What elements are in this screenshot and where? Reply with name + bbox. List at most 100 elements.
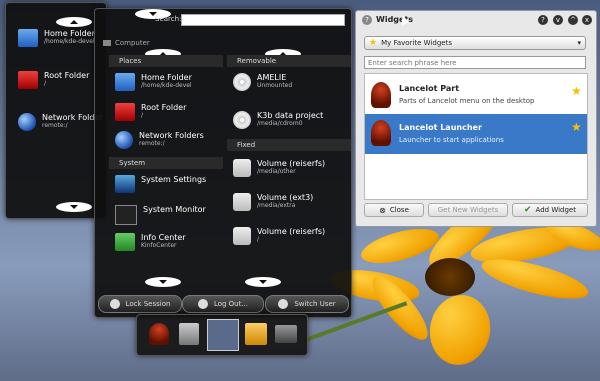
scroll-up-button[interactable] — [56, 17, 92, 27]
help-icon[interactable]: ? — [362, 15, 372, 25]
system-settings[interactable]: System Settings — [115, 175, 206, 193]
item-description: Launcher to start applications — [399, 136, 504, 144]
folder-home-icon — [115, 73, 135, 91]
left-item-home[interactable]: Home Folder /home/kde-devel — [18, 29, 95, 47]
item-subtitle: /media/other — [257, 168, 296, 175]
fixed-volume-root[interactable]: Volume (reiserfs) / — [233, 227, 325, 245]
cdrom-icon — [233, 73, 251, 91]
cdrom-icon — [233, 111, 251, 129]
folder-home-icon — [18, 29, 38, 47]
list-item-lancelot-launcher[interactable]: Lancelot Launcher Launcher to start appl… — [365, 114, 587, 154]
widget-search-input[interactable] — [364, 56, 586, 69]
place-root[interactable]: Root Folder / — [115, 103, 186, 121]
get-new-widgets-button[interactable]: Get New Widgets — [428, 203, 508, 217]
removable-amelie[interactable]: AMELIE Unmounted — [233, 73, 292, 91]
places-header: Places — [109, 55, 223, 67]
network-globe-icon — [18, 113, 36, 131]
scroll-down-button[interactable] — [245, 277, 281, 287]
log-out-button[interactable]: Log Out... — [182, 295, 264, 313]
left-item-root[interactable]: Root Folder / — [18, 71, 89, 89]
folder-red-icon — [115, 103, 135, 121]
lancelot-launcher: Search: Computer Places Removable Home F… — [94, 8, 352, 318]
desktop-icon[interactable] — [207, 319, 239, 351]
window-help-button[interactable]: ? — [538, 15, 548, 25]
place-network[interactable]: Network Folders remote:/ — [115, 131, 204, 149]
item-title: Root Folder — [44, 71, 90, 80]
widgets-dialog: ? Widgets ? v ^ x ★ My Favorite Widgets … — [355, 10, 597, 227]
quicklaunch-panel — [136, 314, 308, 356]
get-new-label: Get New Widgets — [437, 206, 499, 214]
computer-label: Computer — [115, 39, 150, 47]
item-title: System Monitor — [143, 205, 206, 214]
favorite-star-icon[interactable]: ★ — [571, 120, 582, 134]
place-home[interactable]: Home Folder /home/kde-devel — [115, 73, 192, 91]
item-title: Network Folders — [139, 131, 204, 140]
item-title: Lancelot Part — [399, 84, 460, 93]
log-out-label: Log Out... — [213, 300, 249, 308]
item-title: System Settings — [141, 175, 207, 184]
removable-k3b[interactable]: K3b data project /media/cdrom0 — [233, 111, 323, 129]
category-label: My Favorite Widgets — [381, 39, 452, 47]
hard-drive-icon — [233, 227, 251, 245]
lock-icon — [109, 299, 120, 309]
info-center[interactable]: Info Center KInfoCenter — [115, 233, 186, 251]
lock-session-button[interactable]: Lock Session — [98, 295, 182, 313]
item-title: Lancelot Launcher — [399, 123, 482, 132]
search-input[interactable] — [181, 14, 345, 26]
item-subtitle: KInfoCenter — [141, 242, 177, 249]
left-places-panel: Home Folder /home/kde-devel Root Folder … — [5, 2, 107, 219]
window-shade-button[interactable]: v — [553, 15, 563, 25]
system-settings-icon — [115, 175, 135, 193]
hard-drive-icon — [233, 159, 251, 177]
item-subtitle: / — [257, 236, 260, 243]
lancelot-icon[interactable] — [149, 323, 169, 345]
add-widget-button[interactable]: ✔ Add Widget — [512, 203, 588, 217]
item-subtitle: /home/kde-devel — [44, 38, 95, 45]
widget-list: Lancelot Part Parts of Lancelot menu on … — [364, 73, 588, 200]
flower-petal — [424, 290, 496, 370]
add-widget-label: Add Widget — [535, 206, 576, 214]
list-item-lancelot-part[interactable]: Lancelot Part Parts of Lancelot menu on … — [365, 78, 587, 112]
window-maximize-button[interactable]: ^ — [568, 15, 578, 25]
scroll-down-button[interactable] — [145, 277, 181, 287]
item-description: Parts of Lancelot menu on the desktop — [399, 97, 535, 105]
left-item-network[interactable]: Network Folder remote:/ — [18, 113, 103, 131]
lancelot-part-icon — [371, 82, 391, 108]
item-title: Home Folder — [141, 73, 192, 82]
power-icon — [197, 299, 208, 309]
scroll-down-button[interactable] — [56, 202, 92, 212]
computer-icon — [103, 40, 111, 46]
fixed-volume-extra[interactable]: Volume (ext3) /media/extra — [233, 193, 313, 211]
category-select[interactable]: ★ My Favorite Widgets ▾ — [364, 36, 586, 50]
switch-user-label: Switch User — [294, 300, 336, 308]
flower-center — [425, 258, 475, 296]
item-subtitle: /media/cdrom0 — [257, 120, 303, 127]
item-subtitle: /home/kde-devel — [141, 82, 192, 89]
removable-header: Removable — [227, 55, 351, 67]
computer-header: Computer — [103, 39, 150, 47]
window-close-button[interactable]: x — [582, 15, 592, 25]
item-subtitle: / — [141, 112, 144, 119]
favorite-star-icon[interactable]: ★ — [571, 84, 582, 98]
check-icon: ✔ — [524, 205, 532, 215]
system-monitor[interactable]: System Monitor — [115, 205, 206, 225]
file-manager-icon[interactable] — [245, 323, 267, 345]
close-button[interactable]: ⊗ Close — [364, 203, 424, 217]
item-subtitle: remote:/ — [139, 140, 165, 147]
switch-user-icon — [278, 299, 289, 309]
item-subtitle: /media/extra — [257, 202, 296, 209]
item-title: K3b data project — [257, 111, 324, 120]
search-label: Search: — [155, 15, 182, 23]
chevron-down-icon: ▾ — [577, 39, 581, 47]
folder-red-icon — [18, 71, 38, 89]
item-title: Root Folder — [141, 103, 187, 112]
item-subtitle: Unmounted — [257, 82, 293, 89]
network-globe-icon — [115, 131, 133, 149]
info-center-icon — [115, 233, 135, 251]
item-title: Home Folder — [44, 29, 95, 38]
item-title: Volume (reiserfs) — [257, 227, 326, 236]
switch-user-button[interactable]: Switch User — [265, 295, 349, 313]
terminal-icon[interactable] — [275, 325, 297, 343]
kde-settings-icon[interactable] — [179, 323, 199, 345]
fixed-volume-other[interactable]: Volume (reiserfs) /media/other — [233, 159, 325, 177]
